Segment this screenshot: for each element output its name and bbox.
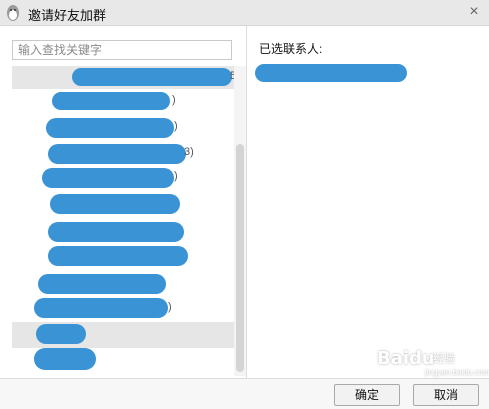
redacted-contact-name [48,246,188,266]
redacted-contact-name [38,274,166,294]
redacted-contact-name [72,68,232,86]
contact-list: 5) ) ) 3) ) [12,66,240,374]
redacted-contact-name [46,118,174,138]
redacted-contact-name [36,324,86,344]
list-item[interactable]: ) [12,296,234,319]
scrollbar-thumb[interactable] [236,144,244,372]
redacted-contact-name [34,348,96,370]
contact-count: ) [172,94,176,106]
dialog-footer: 确定 取消 [0,378,489,409]
list-item[interactable]: 3) [12,142,234,165]
redacted-contact-name [50,194,180,214]
list-item[interactable] [12,272,234,295]
contact-count: 3) [184,146,194,158]
list-item[interactable] [12,192,234,215]
qq-penguin-icon [7,5,19,21]
list-item[interactable]: 5) [12,66,240,89]
selected-contacts-label: 已选联系人: [259,42,323,56]
selected-contacts-pane: 已选联系人: [247,26,489,378]
list-item[interactable]: ) [12,90,234,113]
list-item[interactable] [12,244,234,267]
contact-list-pane: 5) ) ) 3) ) [12,26,246,378]
redacted-contact-name [48,144,186,164]
list-item[interactable]: ) [12,166,234,189]
contact-count: ) [174,120,178,132]
redacted-contact-name [48,222,184,242]
list-item[interactable]: ) [12,116,234,139]
window-title: 邀请好友加群 [28,8,107,23]
list-item[interactable] [12,322,234,348]
search-input[interactable] [12,40,232,60]
contact-count: ) [168,301,172,313]
title-bar: 邀请好友加群 × [0,0,489,26]
confirm-button[interactable]: 确定 [334,384,400,406]
invite-friends-dialog: 邀请好友加群 × 5) ) ) 3) ) [0,0,489,409]
contact-count: ) [174,170,178,182]
redacted-contact-name [42,168,174,188]
redacted-selected-contact[interactable] [255,64,407,82]
cancel-button[interactable]: 取消 [413,384,479,406]
redacted-contact-name [34,298,168,318]
list-item[interactable] [12,348,234,371]
redacted-contact-name [52,92,170,110]
list-scrollbar[interactable] [234,66,246,376]
list-item[interactable] [12,220,234,243]
close-icon[interactable]: × [465,3,483,21]
